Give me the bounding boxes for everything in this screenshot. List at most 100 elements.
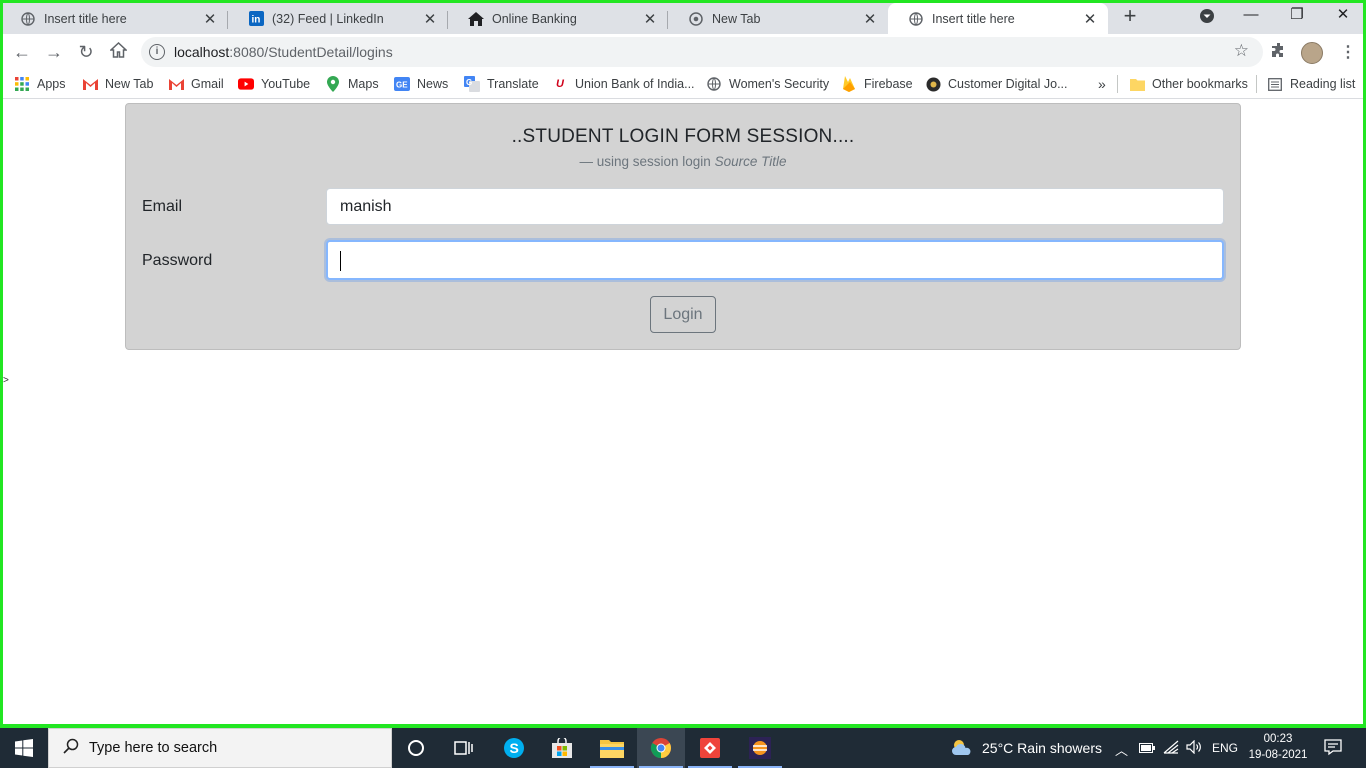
- task-view-button[interactable]: [440, 728, 488, 768]
- bookmark-new-tab[interactable]: New Tab: [82, 76, 153, 92]
- bookmark-translate[interactable]: G Translate: [464, 76, 539, 92]
- url-text[interactable]: localhost:8080/StudentDetail/logins: [174, 44, 393, 60]
- svg-text:GE: GE: [396, 81, 408, 90]
- bookmark-other-bookmarks[interactable]: Other bookmarks: [1129, 76, 1248, 92]
- globe-icon: [20, 11, 36, 27]
- union-bank-icon: U: [556, 78, 564, 90]
- search-icon: [63, 738, 79, 759]
- close-icon[interactable]: ✕: [1082, 10, 1098, 28]
- bookmarks-bar: Apps New Tab Gmail YouTube Maps GE News …: [0, 70, 1366, 99]
- gmail-icon: [82, 76, 98, 92]
- close-window-button[interactable]: ✕: [1320, 0, 1366, 32]
- folder-icon: [1129, 76, 1145, 92]
- password-field[interactable]: [326, 240, 1224, 280]
- globe-icon: [908, 11, 924, 27]
- home-button[interactable]: [106, 40, 130, 64]
- tab-title: Insert title here: [932, 11, 1015, 26]
- volume-icon[interactable]: [1186, 739, 1202, 757]
- bookmark-star-icon[interactable]: ☆: [1234, 41, 1249, 61]
- taskbar: Type here to search S 25°C Rain showers …: [0, 728, 1366, 768]
- new-tab-button[interactable]: +: [1118, 5, 1142, 29]
- address-bar[interactable]: i localhost:8080/StudentDetail/logins ☆: [141, 37, 1263, 67]
- bookmark-womens-security[interactable]: Women's Security: [706, 76, 829, 92]
- tab-linkedin[interactable]: in (32) Feed | LinkedIn ✕: [228, 3, 448, 34]
- notifications-icon[interactable]: [1324, 738, 1342, 759]
- tab-title: (32) Feed | LinkedIn: [272, 11, 384, 26]
- cortana-button[interactable]: [392, 728, 440, 768]
- reading-list-icon: [1267, 76, 1283, 92]
- start-button[interactable]: [0, 728, 48, 768]
- youtube-icon: [238, 76, 254, 92]
- menu-icon[interactable]: ⋮: [1340, 42, 1356, 62]
- tab-new-tab[interactable]: New Tab ✕: [668, 3, 888, 34]
- bookmark-news[interactable]: GE News: [394, 76, 448, 92]
- bookmark-apps[interactable]: Apps: [14, 76, 66, 92]
- tab-online-banking[interactable]: Online Banking ✕: [448, 3, 668, 34]
- folder-icon: [600, 740, 624, 758]
- login-form-card: ..STUDENT LOGIN FORM SESSION.... — using…: [125, 103, 1241, 350]
- task-view-icon: [454, 741, 473, 755]
- gmail-icon: [168, 76, 184, 92]
- browser-toolbar: ← → ↻ i localhost:8080/StudentDetail/log…: [0, 34, 1366, 70]
- taskbar-search-box[interactable]: Type here to search: [48, 728, 392, 768]
- cortana-icon: [408, 740, 424, 756]
- close-icon[interactable]: ✕: [862, 10, 878, 28]
- eclipse-app[interactable]: [736, 728, 784, 768]
- email-label: Email: [142, 198, 183, 215]
- tab-strip: Insert title here ✕ in (32) Feed | Linke…: [0, 0, 1366, 34]
- bookmark-separator: [1117, 75, 1118, 93]
- tab-insert-title-1[interactable]: Insert title here ✕: [0, 3, 228, 34]
- tab-title: New Tab: [712, 11, 761, 26]
- bookmark-customer-digital[interactable]: Customer Digital Jo...: [925, 76, 1067, 92]
- weather-text[interactable]: 25°C Rain showers: [982, 740, 1102, 756]
- tab-title: Online Banking: [492, 11, 577, 26]
- skype-app[interactable]: S: [490, 728, 538, 768]
- close-icon[interactable]: ✕: [422, 10, 438, 28]
- weather-icon[interactable]: [950, 738, 974, 761]
- globe-icon: [706, 76, 722, 92]
- chevron-down-icon: [1200, 9, 1214, 23]
- reload-button[interactable]: ↻: [74, 40, 98, 64]
- password-label: Password: [142, 252, 213, 269]
- profile-avatar[interactable]: [1301, 42, 1323, 64]
- bookmark-union-bank[interactable]: U Union Bank of India...: [552, 76, 695, 92]
- info-icon[interactable]: i: [149, 44, 165, 60]
- email-field[interactable]: [326, 188, 1224, 225]
- language-indicator[interactable]: ENG: [1212, 741, 1238, 755]
- eclipse-icon: [749, 737, 771, 759]
- bookmark-gmail[interactable]: Gmail: [168, 76, 224, 92]
- bookmark-youtube[interactable]: YouTube: [238, 76, 310, 92]
- chrome-icon: [650, 738, 672, 759]
- chevron-up-icon[interactable]: ︿: [1115, 740, 1128, 759]
- clock[interactable]: 00:23 19-08-2021: [1248, 731, 1308, 763]
- form-subtitle: — using session login Source Title: [579, 154, 787, 169]
- bookmark-maps[interactable]: Maps: [325, 76, 379, 92]
- wifi-icon[interactable]: [1163, 740, 1179, 757]
- svg-text:in: in: [251, 15, 260, 26]
- store-app[interactable]: [538, 728, 586, 768]
- minimize-button[interactable]: —: [1228, 0, 1274, 32]
- file-explorer-app[interactable]: [588, 728, 636, 768]
- page-content: ..STUDENT LOGIN FORM SESSION.... — using…: [3, 100, 1363, 724]
- search-placeholder: Type here to search: [89, 740, 218, 756]
- skype-icon: S: [504, 738, 524, 758]
- restore-button[interactable]: ❐: [1274, 0, 1320, 32]
- close-icon[interactable]: ✕: [202, 10, 218, 28]
- customer-icon: [925, 76, 941, 92]
- apps-grid-icon: [14, 76, 30, 92]
- form-title: ..STUDENT LOGIN FORM SESSION....: [511, 126, 855, 147]
- bookmarks-overflow-button[interactable]: »: [1098, 76, 1106, 92]
- close-icon[interactable]: ✕: [642, 10, 658, 28]
- bookmark-firebase[interactable]: Firebase: [841, 76, 913, 92]
- back-button[interactable]: ←: [10, 40, 34, 64]
- chrome-app[interactable]: [637, 728, 685, 768]
- battery-icon[interactable]: [1139, 740, 1155, 756]
- forward-button[interactable]: →: [42, 40, 66, 64]
- login-button[interactable]: Login: [650, 296, 716, 333]
- tab-insert-title-active[interactable]: Insert title here ✕: [888, 3, 1108, 34]
- reading-list-button[interactable]: Reading list: [1267, 76, 1355, 92]
- extensions-icon[interactable]: [1271, 42, 1287, 63]
- translate-icon: G: [464, 76, 480, 92]
- anydesk-app[interactable]: [686, 728, 734, 768]
- tab-search-button[interactable]: [1184, 0, 1230, 32]
